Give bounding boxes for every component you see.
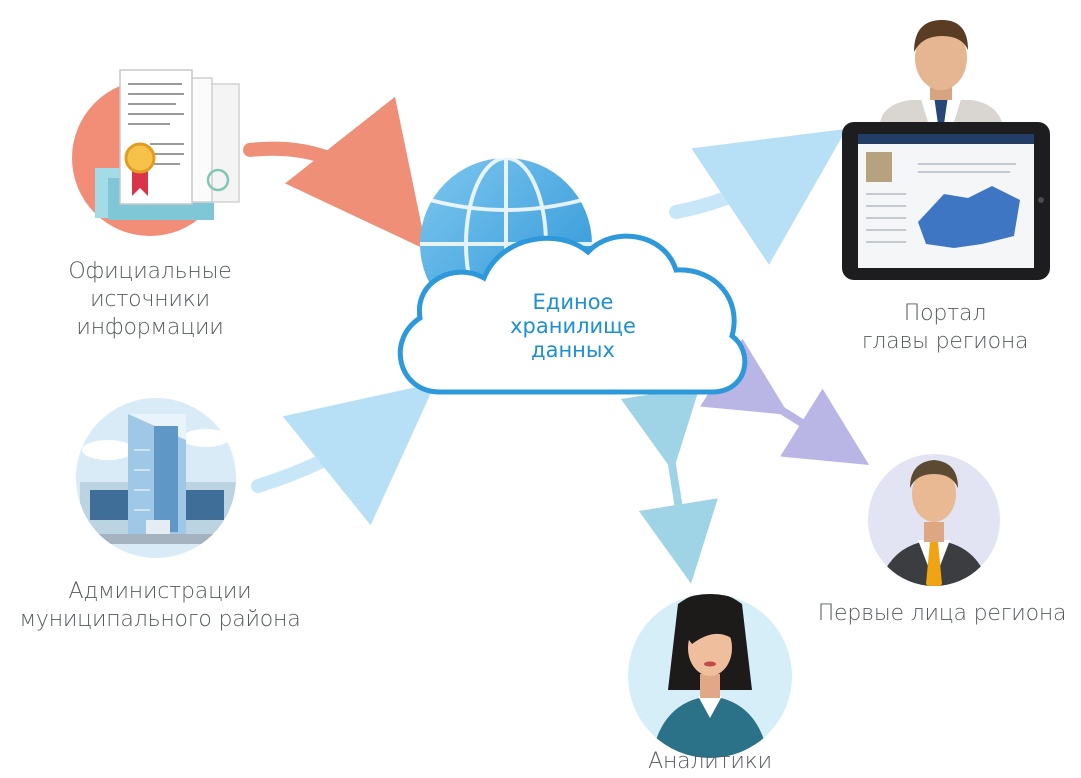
businessman-avatar-icon [868,454,1000,586]
portal-label: Портал главы региона [830,300,1060,356]
analysts-label: Аналитики [620,748,800,776]
portal-line1: Портал [903,301,987,326]
first-persons-label: Первые лица региона [806,600,1078,628]
arrow-storage-to-portal [669,128,847,265]
arrow-storage-analysts [620,386,718,584]
presenter-with-tablet-icon [842,20,1050,280]
documents-certificate-icon [72,69,240,236]
female-analyst-avatar-icon [628,594,792,758]
first-persons-line1: Первые лица региона [817,601,1067,626]
official-sources-label: Официальные источники информации [40,258,260,342]
municipal-admin-label: Администрации муниципального района [0,578,320,634]
diagram-canvas [72,20,1050,758]
official-sources-line3: информации [76,315,224,340]
central-storage-label: Единое хранилище данных [500,290,646,362]
central-storage-line2: хранилище [510,314,636,338]
official-sources-line2: источники [90,287,210,312]
municipal-admin-line1: Администрации [68,579,252,604]
portal-line2: главы региона [861,329,1029,354]
office-building-icon [76,398,236,558]
central-storage-line1: Единое [532,290,614,314]
analysts-line1: Аналитики [648,749,772,774]
arrow-admin-to-storage [251,382,436,526]
arrow-storage-firstpersons [700,338,870,465]
municipal-admin-line2: муниципального района [19,607,301,632]
central-storage-line3: данных [531,338,615,362]
arrow-sources-to-storage [243,96,427,250]
official-sources-line1: Официальные [68,259,232,284]
